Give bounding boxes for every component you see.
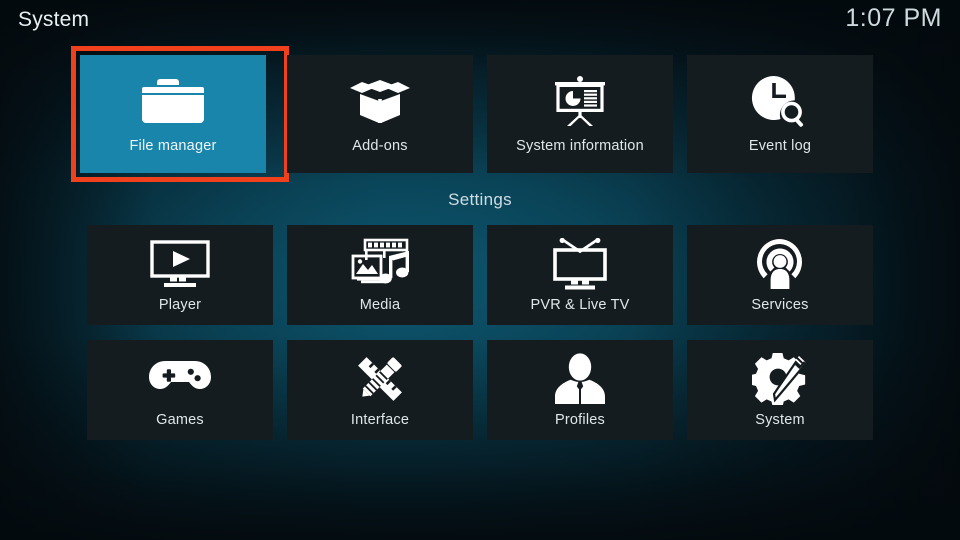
folder-icon xyxy=(80,73,266,129)
tile-label: Player xyxy=(158,297,202,313)
tile-label: System information xyxy=(516,138,644,154)
page-title: System xyxy=(18,8,90,31)
tile-label: Media xyxy=(359,297,401,313)
tile-label: Add-ons xyxy=(352,138,408,154)
tile-pvr-live-tv[interactable]: PVR & Live TV xyxy=(487,225,673,325)
tile-label: Event log xyxy=(748,138,812,154)
film-photo-music-icon xyxy=(287,237,473,291)
tile-label: Interface xyxy=(350,412,410,428)
tile-label: Services xyxy=(751,297,809,313)
clock-magnifier-icon xyxy=(687,73,873,129)
tile-games[interactable]: Games xyxy=(87,340,273,440)
presentation-chart-icon xyxy=(487,73,673,129)
tile-add-ons[interactable]: Add-ons xyxy=(287,55,473,173)
tile-system-information[interactable]: System information xyxy=(487,55,673,173)
tile-profiles[interactable]: Profiles xyxy=(487,340,673,440)
tile-media[interactable]: Media xyxy=(287,225,473,325)
tile-file-manager[interactable]: File manager xyxy=(80,55,266,173)
open-box-icon xyxy=(287,73,473,129)
person-bust-icon xyxy=(487,352,673,406)
tile-label: PVR & Live TV xyxy=(530,297,630,313)
tile-player[interactable]: Player xyxy=(87,225,273,325)
settings-section-heading: Settings xyxy=(448,190,512,209)
monitor-play-icon xyxy=(87,237,273,291)
tile-label: Games xyxy=(156,412,204,428)
tile-label: File manager xyxy=(129,138,217,154)
gamepad-icon xyxy=(87,352,273,406)
tv-antenna-icon xyxy=(487,237,673,291)
tile-interface[interactable]: Interface xyxy=(287,340,473,440)
gear-screwdriver-icon xyxy=(687,352,873,406)
kodi-system-screen: System 1:07 PM File manager Add-ons Syst… xyxy=(0,0,960,540)
pencil-ruler-icon xyxy=(287,352,473,406)
tile-label: Profiles xyxy=(555,412,605,428)
tile-system[interactable]: System xyxy=(687,340,873,440)
tile-event-log[interactable]: Event log xyxy=(687,55,873,173)
broadcast-person-icon xyxy=(687,237,873,291)
tile-label: System xyxy=(755,412,805,428)
tile-services[interactable]: Services xyxy=(687,225,873,325)
header-bar: System 1:07 PM xyxy=(0,0,960,46)
clock-label: 1:07 PM xyxy=(845,4,942,32)
